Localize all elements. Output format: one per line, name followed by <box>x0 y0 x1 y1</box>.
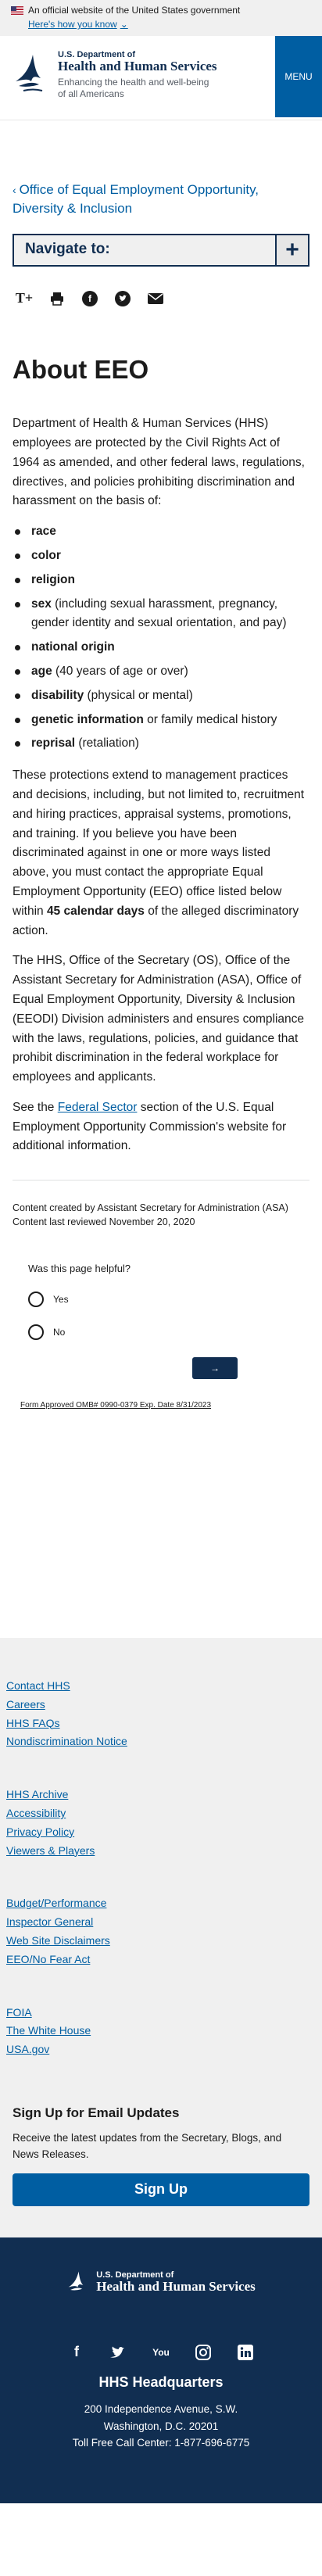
footer-link[interactable]: Inspector General <box>6 1913 322 1932</box>
footer-link[interactable]: Accessibility <box>6 1804 322 1823</box>
linkedin-icon[interactable] <box>235 2342 256 2363</box>
heres-how-you-know-link[interactable]: Here's how you know ⌄ <box>28 17 128 31</box>
footer-link[interactable]: Budget/Performance <box>6 1894 322 1913</box>
protections-paragraph: These protections extend to management p… <box>13 769 305 937</box>
footer-links-group-4: FOIA The White House USA.gov <box>0 2004 322 2059</box>
logo-name: Health and Human Services <box>58 59 217 74</box>
main-content: Department of Health & Human Services (H… <box>0 385 322 1156</box>
text-size-icon[interactable]: T+ <box>16 290 33 307</box>
facebook-icon[interactable]: f <box>81 290 98 307</box>
signup-text: Receive the latest updates from the Secr… <box>13 2132 282 2160</box>
feedback-form: Was this page helpful? Yes No → Form App… <box>0 1230 322 1412</box>
administration-paragraph: The HHS, Office of the Secretary (OS), O… <box>13 954 305 1084</box>
hhs-eagle-icon <box>68 2271 84 2291</box>
hq-address: 200 Independence Avenue, S.W. Washington… <box>72 2402 250 2449</box>
federal-sector-link[interactable]: Federal Sector <box>58 1101 138 1114</box>
no-label: No <box>53 1327 66 1338</box>
site-footer: Contact HHS Careers HHS FAQs Nondiscrimi… <box>0 1638 322 2237</box>
hq-title: HHS Headquarters <box>98 2374 224 2390</box>
footer-link[interactable]: The White House <box>6 2022 322 2040</box>
protected-bases-list: race color religion sex (including sexua… <box>13 522 309 754</box>
footer-link[interactable]: Careers <box>6 1696 322 1714</box>
breadcrumb-link[interactable]: ‹ Office of Equal Employment Opportunity… <box>13 182 259 216</box>
footer-link[interactable]: HHS FAQs <box>6 1714 322 1733</box>
no-radio[interactable] <box>28 1324 44 1341</box>
footer-links-group-1: Contact HHS Careers HHS FAQs Nondiscrimi… <box>0 1677 322 1751</box>
list-item: color <box>13 546 309 566</box>
federal-sector-paragraph: See the Federal Sector section of the U.… <box>13 1100 287 1153</box>
twitter-icon[interactable] <box>114 290 131 307</box>
email-signup: Sign Up for Email Updates Receive the la… <box>0 2094 322 2206</box>
footer-link[interactable]: HHS Archive <box>6 1786 322 1804</box>
gov-banner: An official website of the United States… <box>0 0 322 36</box>
navigate-to-accordion[interactable]: Navigate to: + <box>13 233 309 267</box>
footer-link[interactable]: Web Site Disclaimers <box>6 1932 322 1951</box>
signup-title: Sign Up for Email Updates <box>13 2105 180 2120</box>
list-item: national origin <box>13 638 309 657</box>
feedback-no-option[interactable]: No <box>28 1324 294 1341</box>
footer-link[interactable]: USA.gov <box>6 2040 322 2059</box>
logo-tagline-1: Enhancing the health and well-being <box>58 76 209 88</box>
hhs-eagle-icon <box>16 55 43 91</box>
site-header: U.S. Department of Health and Human Serv… <box>0 36 322 120</box>
footer-identity: U.S. Department of Health and Human Serv… <box>0 2237 322 2503</box>
footer-link[interactable]: Privacy Policy <box>6 1823 322 1842</box>
list-item: reprisal (retaliation) <box>13 734 309 754</box>
footer-links-group-2: HHS Archive Accessibility Privacy Policy… <box>0 1786 322 1860</box>
youtube-icon[interactable]: You <box>151 2342 171 2363</box>
footer-link[interactable]: Nondiscrimination Notice <box>6 1732 322 1751</box>
footer-logo-dept: U.S. Department of <box>96 2270 174 2280</box>
list-item: age (40 years of age or over) <box>13 662 309 682</box>
email-icon[interactable] <box>147 290 164 307</box>
chevron-left-icon: ‹ <box>13 184 20 196</box>
us-flag-icon <box>11 5 23 15</box>
list-item: sex (including sexual harassment, pregna… <box>13 595 309 634</box>
feedback-submit-button[interactable]: → <box>192 1357 238 1380</box>
feedback-yes-option[interactable]: Yes <box>28 1292 294 1308</box>
footer-link[interactable]: Contact HHS <box>6 1677 322 1696</box>
plus-icon[interactable]: + <box>275 235 308 265</box>
print-icon[interactable] <box>48 290 66 307</box>
intro-paragraph: Department of Health & Human Services (H… <box>13 417 305 508</box>
yes-radio[interactable] <box>28 1292 44 1308</box>
footer-logo-name: Health and Human Services <box>96 2278 256 2294</box>
content-reviewed: Content last reviewed November 20, 2020 <box>13 1216 195 1228</box>
footer-logo[interactable]: U.S. Department of Health and Human Serv… <box>0 2269 322 2295</box>
menu-button[interactable]: MENU <box>275 36 322 117</box>
footer-link[interactable]: FOIA <box>6 2004 322 2022</box>
footer-link[interactable]: Viewers & Players <box>6 1842 322 1861</box>
navigate-to-label: Navigate to: <box>25 241 110 258</box>
yes-label: Yes <box>53 1294 69 1306</box>
gov-banner-text: An official website of the United States… <box>28 5 241 16</box>
feedback-question: Was this page helpful? <box>28 1262 131 1274</box>
chevron-down-icon: ⌄ <box>120 19 128 30</box>
breadcrumb: ‹ Office of Equal Employment Opportunity… <box>0 120 322 218</box>
hhs-logo[interactable]: U.S. Department of Health and Human Serv… <box>0 36 217 120</box>
content-meta: Content created by Assistant Secretary f… <box>0 1181 322 1229</box>
footer-links-group-3: Budget/Performance Inspector General Web… <box>0 1894 322 1969</box>
content-created: Content created by Assistant Secretary f… <box>13 1202 288 1214</box>
page-title: About EEO <box>13 354 149 384</box>
share-toolbar: T+ f <box>0 267 322 313</box>
twitter-icon[interactable] <box>109 2342 129 2363</box>
list-item: genetic information or family medical hi… <box>13 711 309 730</box>
instagram-icon[interactable] <box>193 2342 213 2363</box>
signup-button[interactable]: Sign Up <box>13 2173 309 2206</box>
list-item: race <box>13 522 309 542</box>
list-item: religion <box>13 571 309 590</box>
list-item: disability (physical or mental) <box>13 686 309 706</box>
footer-link[interactable]: EEO/No Fear Act <box>6 1951 322 1969</box>
facebook-icon[interactable]: f <box>66 2342 87 2363</box>
omb-approval-link[interactable]: Form Approved OMB# 0990-0379 Exp. Date 8… <box>20 1399 294 1411</box>
social-links: f You <box>0 2342 322 2363</box>
logo-tagline-2: of all Americans <box>58 88 124 99</box>
